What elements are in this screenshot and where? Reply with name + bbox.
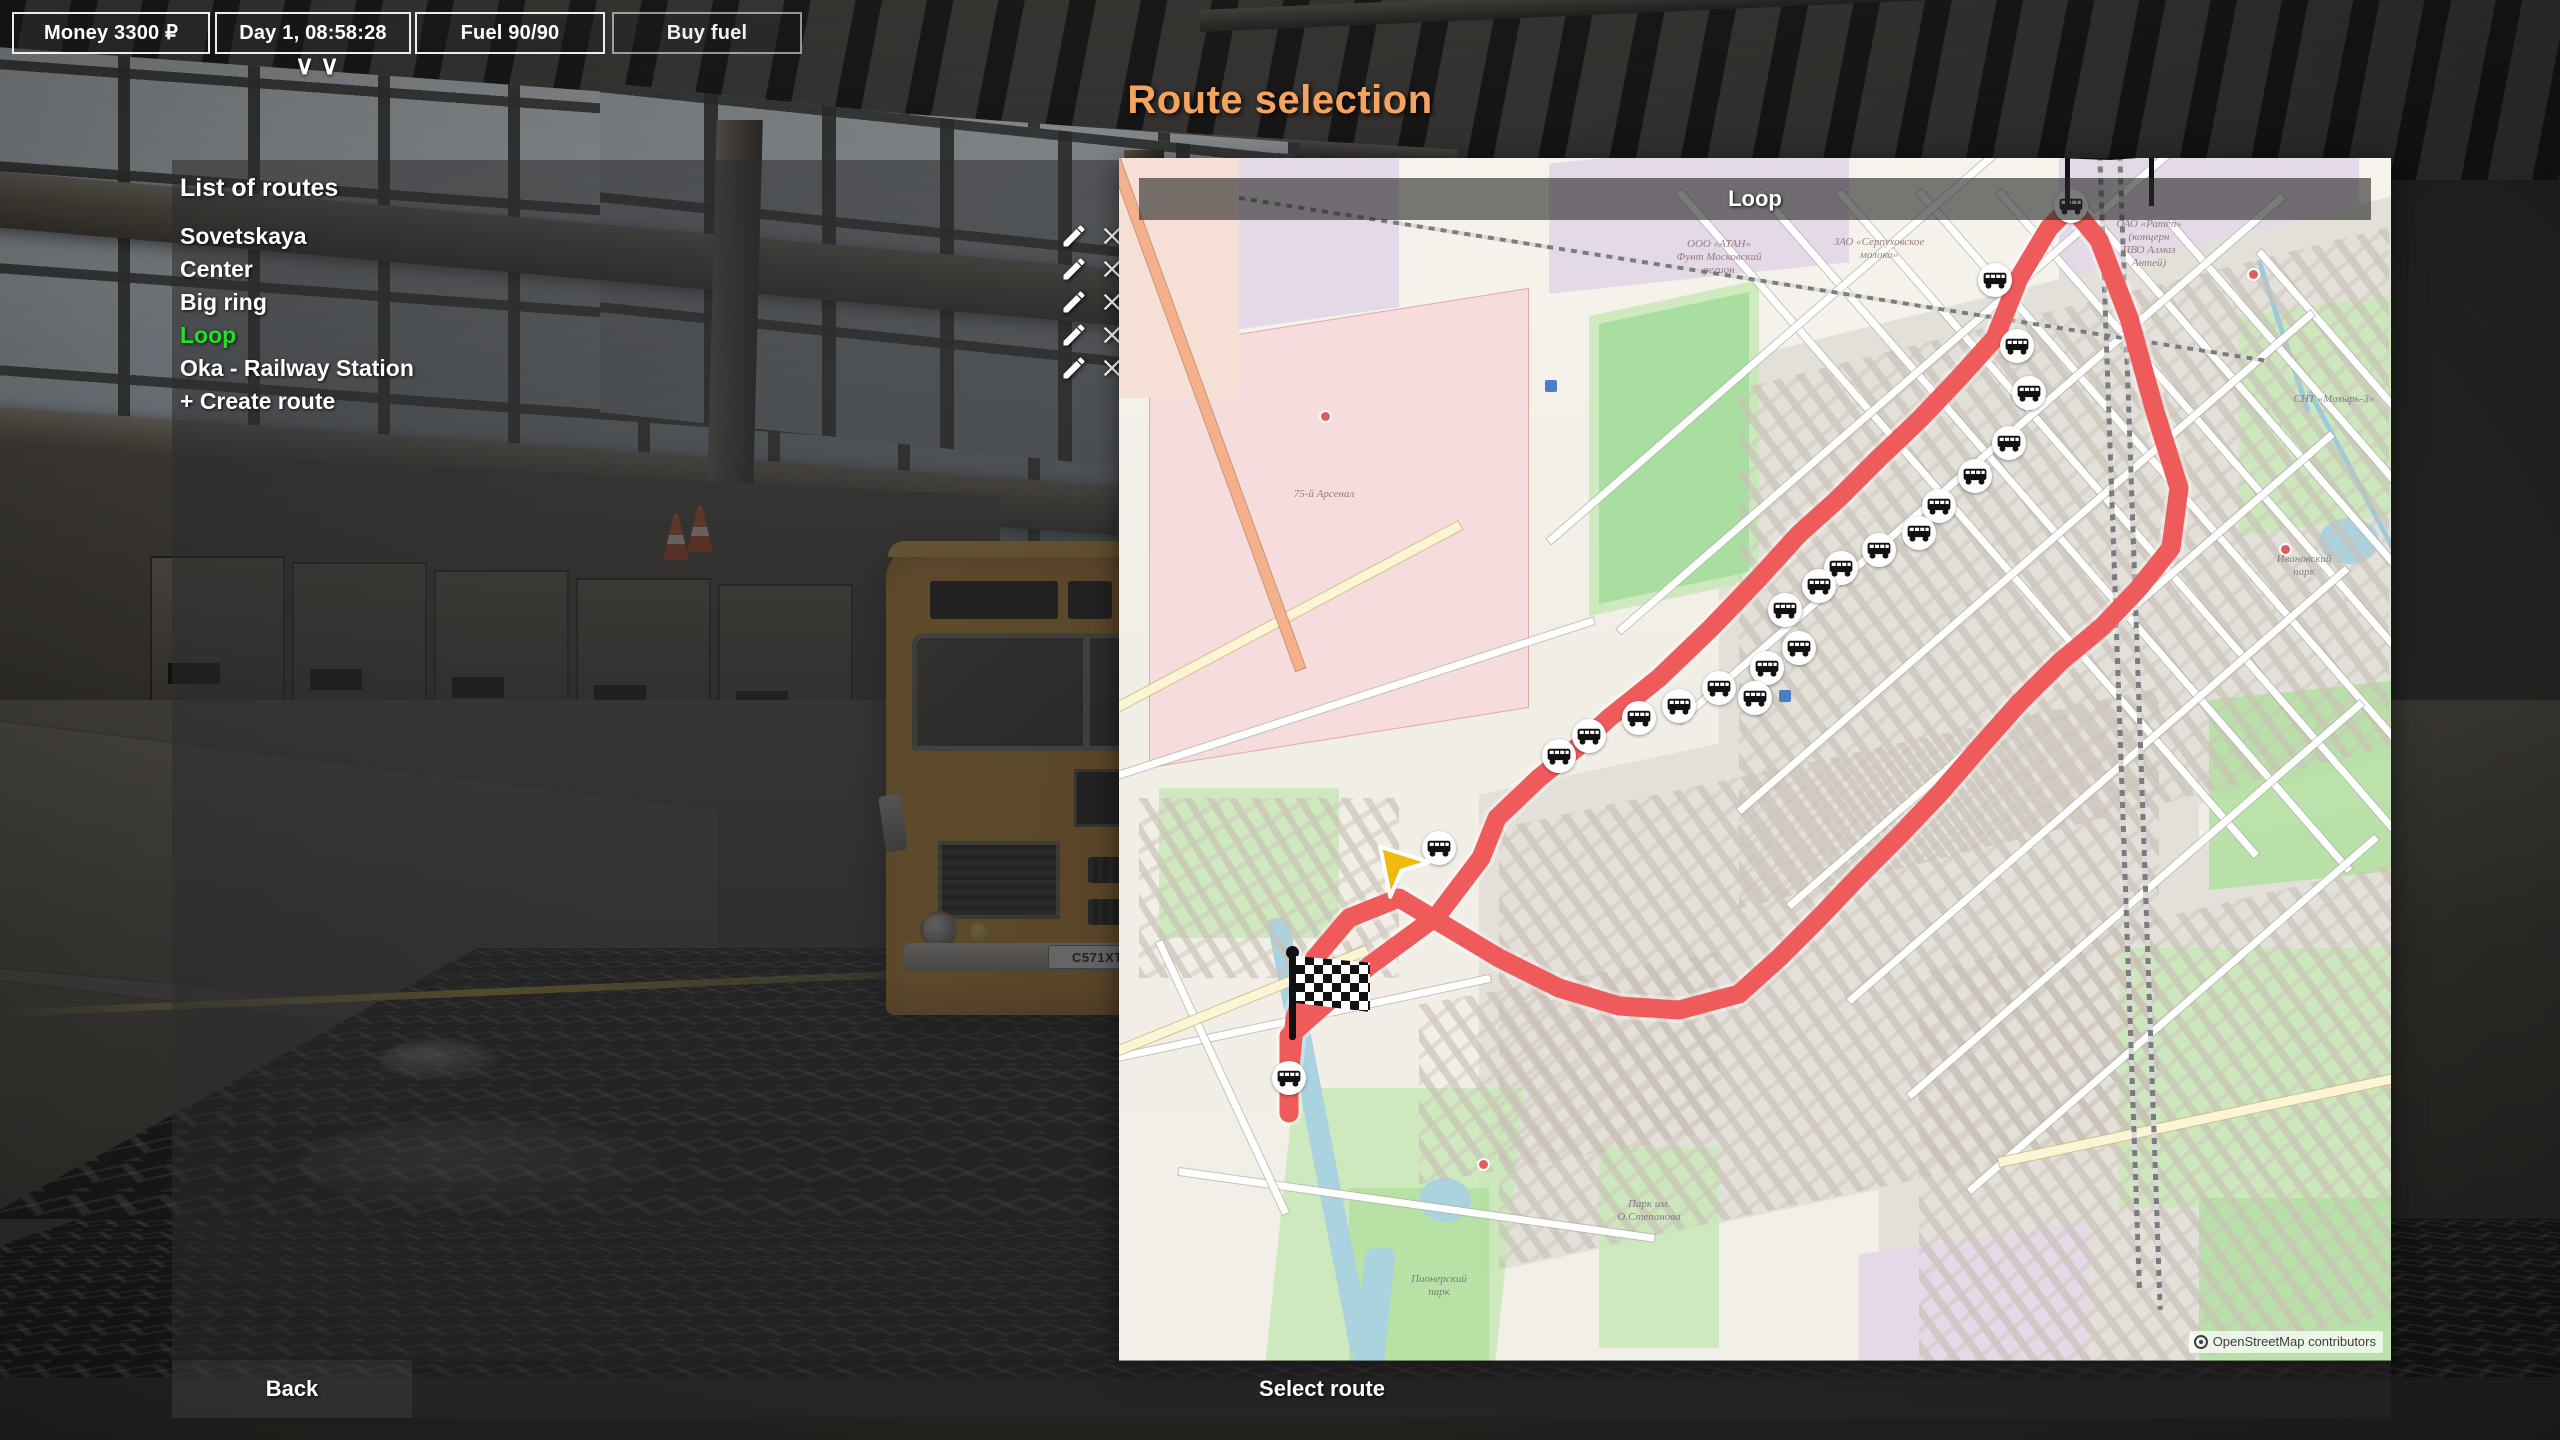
osm-attribution[interactable]: OpenStreetMap contributors [2188,1331,2383,1353]
fuel-indicator[interactable]: Fuel 90/90 [415,12,605,54]
bus-stop-marker[interactable] [2012,376,2046,410]
bus-stop-marker[interactable] [1978,263,2012,297]
route-polyline [1276,193,2192,1126]
map-header-title: Loop [1139,178,2371,220]
route-list-item[interactable]: Loop [180,319,1124,352]
bus-stop-marker[interactable] [1992,426,2026,460]
route-list-item[interactable]: Big ring [180,286,1124,319]
route-list-item[interactable]: Oka - Railway Station [180,352,1124,385]
copyright-icon [2193,1335,2208,1349]
bus-stop-marker[interactable] [1542,739,1576,773]
bus-stop-marker[interactable] [1272,1061,1306,1095]
bus-stop-marker[interactable] [1750,651,1784,685]
bottom-action-bar: Back Select route [172,1360,2391,1418]
bus-stop-marker[interactable] [1738,681,1772,715]
route-list-item[interactable]: Sovetskaya [180,220,1124,253]
route-item-label[interactable]: + Create route [180,385,335,418]
hud-top-bar: Money 3300 ₽ Day 1, 08:58:28 Fuel 90/90 … [0,0,2560,78]
route-selection-screen: C571XT 499 Money 3300 ₽ Day 1, 08:58:28 … [0,0,2560,1440]
select-route-button[interactable]: Select route [1172,1360,1472,1418]
pencil-icon[interactable] [1060,255,1088,283]
route-list-item[interactable]: Center [180,253,1124,286]
pencil-icon[interactable] [1060,321,1088,349]
bus-stop-marker[interactable] [1702,671,1736,705]
bus-stop-marker[interactable] [1768,593,1802,627]
routes-panel-heading: List of routes [180,174,339,202]
route-list: Sovetskaya Center Big ring Loop Oka - Railwa… [180,220,1124,418]
pencil-icon[interactable] [1060,222,1088,250]
bus-stop-marker[interactable] [1862,533,1896,567]
bus-stop-marker[interactable] [1782,631,1816,665]
route-item-label[interactable]: Center [180,253,253,286]
bus-stop-marker[interactable] [1802,569,1836,603]
back-button[interactable]: Back [172,1360,412,1418]
routes-panel: List of routes Sovetskaya Center Big ring L… [172,160,1132,1360]
route-list-item[interactable]: + Create route [180,385,1124,418]
bus-stop-marker[interactable] [1902,516,1936,550]
route-item-label[interactable]: Loop [180,319,236,352]
route-item-label[interactable]: Big ring [180,286,267,319]
bus-stop-marker[interactable] [1958,459,1992,493]
money-indicator[interactable]: Money 3300 ₽ [12,12,210,54]
pencil-icon[interactable] [1060,354,1088,382]
bus-stop-marker[interactable] [2000,329,2034,363]
route-item-label[interactable]: Sovetskaya [180,220,307,253]
osm-attribution-text: OpenStreetMap contributors [2212,1334,2376,1349]
page-title: Route selection [1127,78,1433,122]
bus-stop-marker[interactable] [1622,701,1656,735]
day-time-indicator[interactable]: Day 1, 08:58:28 [215,12,411,54]
buy-fuel-button[interactable]: Buy fuel [612,12,802,54]
bus-stop-marker[interactable] [1662,689,1696,723]
bus-stop-marker[interactable] [1572,719,1606,753]
pencil-icon[interactable] [1060,288,1088,316]
route-map-panel[interactable]: 75-й Арсенал ООО «АТАН» Фунт Московский р… [1119,158,2391,1361]
route-item-label[interactable]: Oka - Railway Station [180,352,414,385]
